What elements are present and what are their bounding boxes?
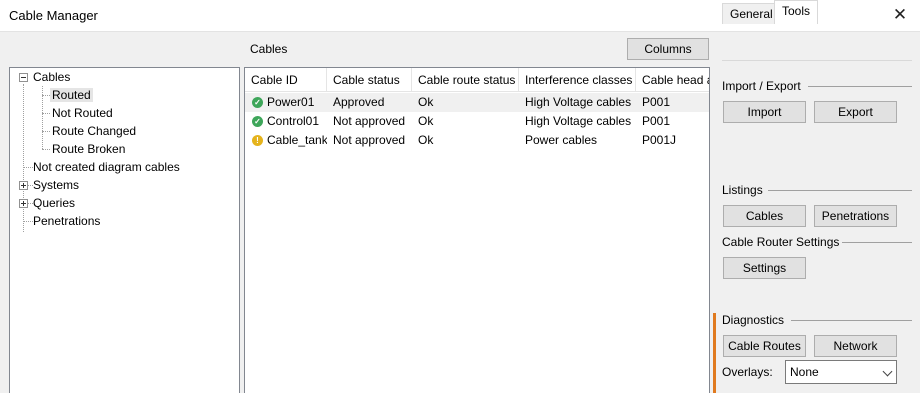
diagnostics-accent-bar — [713, 313, 716, 393]
tree-connector — [23, 221, 33, 222]
chevron-down-icon — [882, 366, 893, 377]
cables-table[interactable]: Cable ID Cable status Cable route status… — [244, 67, 710, 393]
overlays-label: Overlays: — [722, 365, 773, 379]
close-icon[interactable]: ✕ — [890, 5, 910, 25]
group-divider — [808, 86, 912, 87]
settings-button[interactable]: Settings — [723, 257, 806, 279]
tree-item-penetrations[interactable]: Penetrations — [33, 212, 100, 230]
diagnostics-group-title: Diagnostics — [722, 313, 785, 327]
cell-cable-id: Cable_tank — [267, 133, 327, 147]
table-row[interactable]: ✓ Power01 Approved Ok High Voltage cable… — [245, 93, 709, 112]
window-title: Cable Manager — [9, 8, 98, 23]
cell-status: Not approved — [333, 133, 406, 147]
cable-routes-button[interactable]: Cable Routes — [723, 335, 806, 357]
cable-router-group-title: Cable Router Settings — [722, 235, 840, 249]
tab-general[interactable]: General — [722, 3, 781, 24]
tree-connector — [42, 149, 50, 150]
tree-item-label: Not Routed — [52, 106, 113, 120]
cell-interference: High Voltage cables — [525, 95, 632, 109]
cell-cable-head: P001 — [642, 95, 671, 109]
tree-item-label: Systems — [33, 178, 80, 192]
tree-connector — [42, 95, 50, 96]
tree-item-queries[interactable]: Queries — [33, 194, 75, 212]
export-button[interactable]: Export — [814, 101, 897, 123]
tree-connector — [42, 131, 50, 132]
column-header-interference[interactable]: Interference classes — [519, 68, 636, 92]
tree-connector — [23, 84, 24, 232]
tree-item-label: Route Changed — [52, 124, 137, 138]
column-header-cable-status[interactable]: Cable status — [327, 68, 412, 92]
column-header-cable-id[interactable]: Cable ID — [245, 68, 327, 92]
table-row[interactable]: ! Cable_tank Not approved Ok Power cable… — [245, 131, 709, 150]
cell-cable-id: Control01 — [267, 114, 320, 128]
tree-item-cables[interactable]: Cables — [33, 68, 70, 86]
network-button[interactable]: Network — [814, 335, 897, 357]
column-header-route-status[interactable]: Cable route status — [412, 68, 519, 92]
tree-item-label: Routed — [50, 88, 93, 102]
check-circle-icon: ✓ — [252, 97, 263, 108]
cell-interference: Power cables — [525, 133, 598, 147]
column-header-cable-head[interactable]: Cable head a — [636, 68, 709, 92]
cell-cable-head: P001 — [642, 114, 671, 128]
cell-cable-id: Power01 — [267, 95, 315, 109]
cell-status: Approved — [333, 95, 385, 109]
tree-connector — [23, 167, 33, 168]
overlays-select-value: None — [790, 365, 819, 379]
penetrations-listing-button[interactable]: Penetrations — [814, 205, 897, 227]
import-export-group-title: Import / Export — [722, 79, 801, 93]
cell-interference: High Voltage cables — [525, 114, 632, 128]
cell-route-status: Ok — [418, 95, 434, 109]
tree-item-label: Penetrations — [33, 214, 101, 228]
collapse-icon[interactable] — [19, 73, 28, 82]
group-divider — [768, 190, 912, 191]
expand-icon[interactable] — [19, 181, 28, 190]
cell-route-status: Ok — [418, 114, 434, 128]
cell-route-status: Ok — [418, 133, 434, 147]
navigation-tree[interactable]: Cables Routed Not Routed Route Changed R… — [9, 67, 240, 393]
tree-item-systems[interactable]: Systems — [33, 176, 79, 194]
group-divider — [842, 242, 912, 243]
import-button[interactable]: Import — [723, 101, 806, 123]
tree-item-route-changed[interactable]: Route Changed — [52, 122, 136, 140]
tree-item-label: Cables — [33, 70, 71, 84]
columns-button[interactable]: Columns — [627, 38, 709, 60]
tree-item-label: Not created diagram cables — [33, 160, 180, 174]
tab-tools[interactable]: Tools — [774, 0, 819, 24]
tree-item-not-created-diagram-cables[interactable]: Not created diagram cables — [33, 158, 180, 176]
tree-item-label: Queries — [33, 196, 76, 210]
tab-strip-border — [722, 60, 912, 61]
tree-item-routed[interactable]: Routed — [50, 86, 93, 104]
table-header: Cable ID Cable status Cable route status… — [245, 68, 709, 92]
expand-icon[interactable] — [19, 199, 28, 208]
cell-status: Not approved — [333, 114, 406, 128]
tree-item-label: Route Broken — [52, 142, 126, 156]
tree-connector — [42, 113, 50, 114]
cables-listing-button[interactable]: Cables — [723, 205, 806, 227]
overlays-select[interactable]: None — [785, 360, 897, 384]
listings-group-title: Listings — [722, 183, 763, 197]
tree-item-route-broken[interactable]: Route Broken — [52, 140, 125, 158]
cables-section-title: Cables — [250, 42, 288, 56]
table-row[interactable]: ✓ Control01 Not approved Ok High Voltage… — [245, 112, 709, 131]
tree-item-not-routed[interactable]: Not Routed — [52, 104, 113, 122]
group-divider — [791, 320, 912, 321]
check-circle-icon: ✓ — [252, 116, 263, 127]
cell-cable-head: P001J — [642, 133, 677, 147]
warning-circle-icon: ! — [252, 135, 263, 146]
